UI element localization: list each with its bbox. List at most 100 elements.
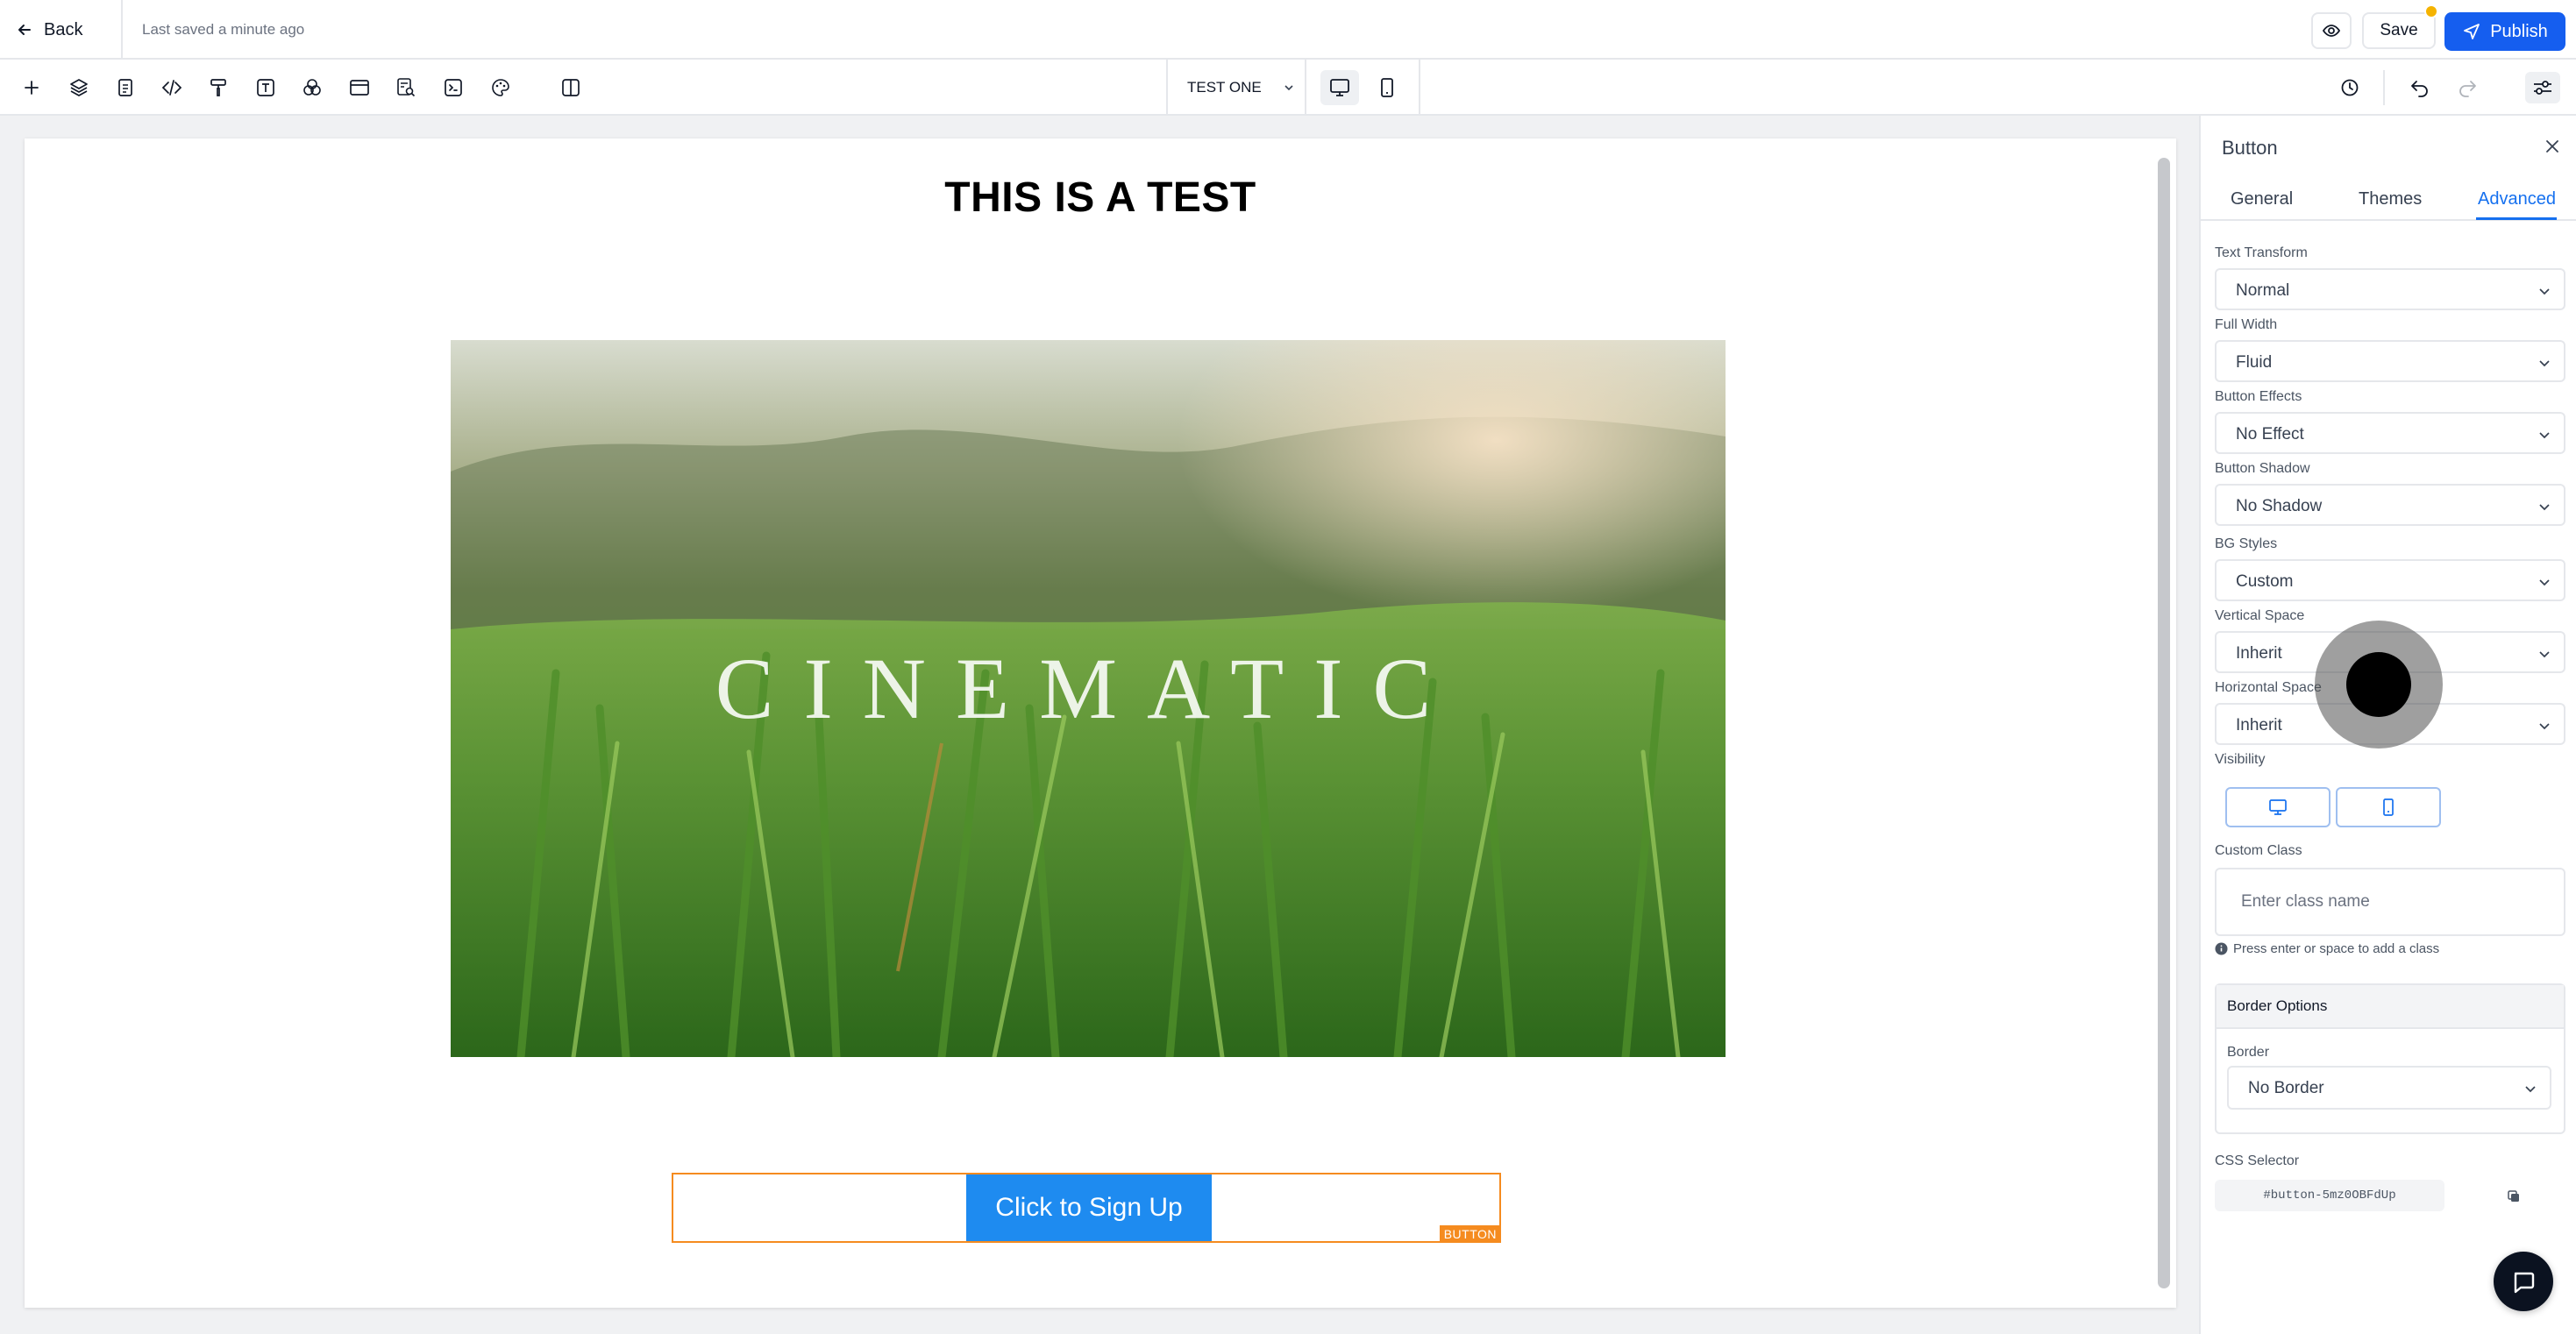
full-width-select[interactable]: Fluid [2215, 340, 2565, 382]
border-options-title: Border Options [2227, 997, 2328, 1014]
redo-icon[interactable] [2450, 72, 2485, 103]
layers-icon[interactable] [61, 72, 96, 103]
close-panel-button[interactable] [2537, 131, 2567, 161]
save-status: Last saved a minute ago [142, 21, 305, 38]
page-search-icon[interactable] [388, 72, 423, 103]
chevron-down-icon [2537, 575, 2551, 589]
info-icon [2215, 942, 2228, 955]
eye-icon [2322, 21, 2341, 40]
button-element-selected[interactable]: Click to Sign Up BUTTON [672, 1173, 1501, 1243]
text-transform-value: Normal [2236, 281, 2290, 300]
copy-icon[interactable] [2502, 1185, 2525, 1208]
custom-class-input[interactable]: Enter class name [2215, 868, 2565, 936]
tab-advanced[interactable]: Advanced [2478, 189, 2556, 209]
panel-tabs: General Themes Advanced [2201, 177, 2576, 221]
terminal-icon[interactable] [436, 72, 471, 103]
back-label: Back [44, 19, 83, 39]
page-selector[interactable]: TEST ONE [1166, 60, 1306, 116]
tab-general[interactable]: General [2231, 189, 2293, 209]
border-options-header[interactable]: Border Options [2217, 985, 2564, 1029]
full-width-value: Fluid [2236, 353, 2273, 372]
back-button[interactable]: Back [16, 12, 82, 47]
bg-styles-value: Custom [2236, 572, 2294, 591]
button-effects-select[interactable]: No Effect [2215, 412, 2565, 454]
close-icon [2544, 138, 2561, 155]
history-icon[interactable] [2332, 72, 2367, 103]
chevron-down-icon [2537, 428, 2551, 442]
visibility-mobile-toggle[interactable] [2336, 787, 2441, 827]
css-selector-label: CSS Selector [2215, 1153, 2300, 1168]
chat-icon [2510, 1268, 2537, 1295]
button-shadow-select[interactable]: No Shadow [2215, 484, 2565, 526]
desktop-icon [2268, 798, 2288, 816]
plus-icon[interactable] [14, 72, 49, 103]
active-tab-indicator [2476, 217, 2557, 220]
split-view-icon[interactable] [553, 72, 588, 103]
custom-class-placeholder: Enter class name [2241, 892, 2370, 911]
chevron-down-icon [2537, 500, 2551, 514]
chevron-down-icon [2537, 647, 2551, 661]
horizontal-space-label: Horizontal Space [2215, 680, 2322, 695]
shapes-icon[interactable] [295, 72, 330, 103]
code-icon[interactable] [154, 72, 189, 103]
custom-class-hint: Press enter or space to add a class [2215, 941, 2439, 956]
button-shadow-label: Button Shadow [2215, 461, 2310, 476]
publish-button[interactable]: Publish [2444, 12, 2565, 51]
chevron-down-icon [2523, 1082, 2537, 1096]
page-name: TEST ONE [1187, 79, 1262, 96]
undo-icon[interactable] [2402, 72, 2437, 103]
button-shadow-value: No Shadow [2236, 497, 2323, 515]
support-chat-button[interactable] [2494, 1252, 2553, 1311]
canvas-scrollbar-thumb[interactable] [2158, 158, 2170, 1288]
bg-styles-select[interactable]: Custom [2215, 559, 2565, 601]
send-icon [2462, 22, 2481, 41]
page-icon[interactable] [108, 72, 143, 103]
vertical-space-value: Inherit [2236, 644, 2282, 663]
sign-up-button[interactable]: Click to Sign Up [966, 1174, 1212, 1241]
visibility-label: Visibility [2215, 752, 2266, 767]
page-preview: THIS IS A TEST CINEMATIC Click to Sign U… [25, 138, 2176, 1308]
desktop-view-button[interactable] [1320, 70, 1359, 105]
paint-roller-icon[interactable] [201, 72, 236, 103]
custom-class-label: Custom Class [2215, 843, 2302, 858]
hero-image[interactable]: CINEMATIC [451, 340, 1726, 1057]
section-icon[interactable] [342, 72, 377, 103]
notification-dot [2424, 4, 2438, 18]
chevron-down-icon [1283, 82, 1295, 94]
page-heading[interactable]: THIS IS A TEST [25, 174, 2176, 222]
text-transform-select[interactable]: Normal [2215, 268, 2565, 310]
panel-title: Button [2222, 137, 2278, 159]
mobile-icon [2381, 798, 2395, 817]
chevron-down-icon [2537, 719, 2551, 733]
chevron-down-icon [2537, 356, 2551, 370]
palette-icon[interactable] [483, 72, 518, 103]
border-options-section: Border Options Border No Border [2215, 983, 2565, 1134]
button-effects-value: No Effect [2236, 425, 2304, 443]
border-select[interactable]: No Border [2227, 1066, 2551, 1110]
settings-sliders-icon[interactable] [2525, 72, 2560, 103]
preview-button[interactable] [2311, 12, 2352, 49]
cursor-pointer [2346, 652, 2411, 717]
css-selector-value: #button-5mz0OBFdUp [2215, 1180, 2444, 1211]
border-value: No Border [2248, 1079, 2324, 1097]
text-icon[interactable] [248, 72, 283, 103]
mobile-icon [1379, 77, 1395, 98]
editor-toolbar: TEST ONE [0, 60, 2576, 116]
divider [121, 0, 123, 60]
button-effects-label: Button Effects [2215, 389, 2302, 404]
arrow-left-icon [16, 21, 33, 39]
text-transform-label: Text Transform [2215, 245, 2308, 260]
mobile-view-button[interactable] [1368, 70, 1406, 105]
device-switcher [1306, 60, 1420, 116]
bg-styles-label: BG Styles [2215, 536, 2278, 551]
visibility-desktop-toggle[interactable] [2225, 787, 2330, 827]
tab-themes[interactable]: Themes [2359, 189, 2422, 209]
vertical-space-label: Vertical Space [2215, 608, 2305, 623]
desktop-icon [1329, 78, 1350, 97]
border-label: Border [2227, 1045, 2270, 1060]
hint-text: Press enter or space to add a class [2233, 941, 2440, 956]
full-width-label: Full Width [2215, 317, 2278, 332]
editor-canvas: THIS IS A TEST CINEMATIC Click to Sign U… [0, 116, 2199, 1334]
publish-label: Publish [2490, 21, 2548, 41]
save-button[interactable]: Save [2362, 12, 2436, 49]
